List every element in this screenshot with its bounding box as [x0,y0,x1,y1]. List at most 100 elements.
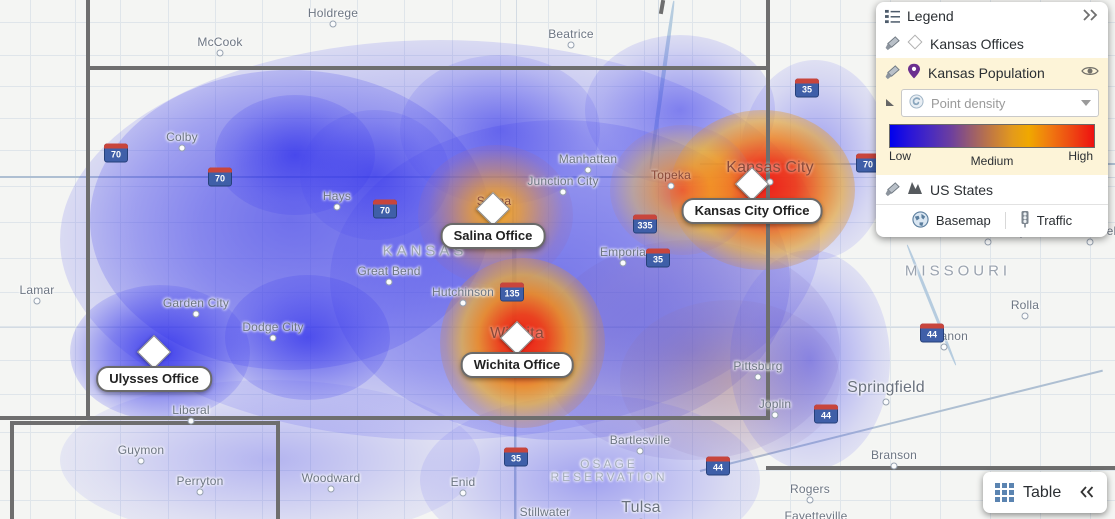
kansas-west-border [86,0,90,420]
traffic-label: Traffic [1036,213,1073,228]
office-marker[interactable] [137,335,171,369]
ramp-label-high: High [1068,149,1093,163]
city-point [619,259,627,267]
diamond-marker-icon[interactable] [476,192,510,226]
diamond-marker-icon[interactable] [735,167,769,201]
map-application: KANSAS MISSOURI OSAGE RESERVATION Holdrege Be… [0,0,1115,519]
paintbrush-icon [885,65,900,80]
interstate-shield-icon: 44 [706,456,730,476]
eye-icon[interactable] [1081,65,1099,80]
legend-layer-label: Kansas Offices [930,35,1024,52]
basemap-button[interactable]: Basemap [898,210,1005,231]
map-pin-icon [907,63,921,82]
city-point [269,334,277,342]
interstate-shield-icon: 35 [504,447,528,467]
paintbrush-icon [885,182,900,197]
renderer-selected-value: Point density [931,95,1006,111]
legend-layer-label: Kansas Population [928,64,1045,81]
chevron-double-right-icon[interactable] [1083,8,1099,24]
city-point [940,343,948,351]
city-point [1021,312,1029,320]
city-point [196,488,204,496]
diamond-outline-icon [907,34,923,53]
interstate-shield-icon: 44 [814,404,838,424]
city-point [1086,238,1094,246]
triangle-collapse-icon[interactable] [885,96,896,111]
ramp-label-low: Low [889,149,912,163]
interstate-shield-icon: 335 [633,214,657,234]
table-button[interactable]: Table [983,472,1107,513]
texas-panhandle-border-e [276,421,280,519]
oklahoma-south-border [0,416,92,420]
hotspot-topeka [610,125,755,255]
chevron-down-icon[interactable] [1081,100,1091,106]
city-point [806,496,814,504]
diamond-marker-icon[interactable] [137,335,171,369]
color-ramp-labels: Low Medium High [889,149,1095,168]
legend-layer-label: US States [930,181,994,198]
diamond-marker-icon[interactable] [500,321,534,355]
missouri-arkansas-border [766,466,1115,470]
office-marker[interactable] [735,167,769,201]
table-button-label: Table [1023,483,1062,501]
city-point [754,373,762,381]
city-point [187,417,195,425]
legend-layer-kansas-offices[interactable]: Kansas Offices [876,29,1108,58]
city-point [216,49,224,57]
legend-layer-us-states[interactable]: US States [876,175,1108,204]
city-point [333,203,341,211]
legend-header: Legend [876,2,1108,29]
chevron-double-left-icon[interactable] [1080,485,1095,501]
office-marker[interactable] [476,192,510,226]
city-point [771,411,779,419]
office-marker[interactable] [500,321,534,355]
ramp-label-medium: Medium [970,154,1014,168]
office-label[interactable]: Kansas City Office [681,198,823,224]
office-label[interactable]: Ulysses Office [96,366,212,392]
interstate-shield-icon: 35 [646,248,670,268]
legend-renderer-panel: Point density Low Medium High [876,87,1108,175]
interstate-shield-icon: 44 [920,323,944,343]
city-point [636,447,644,455]
city-point [567,41,575,49]
city-point [137,457,145,465]
office-label[interactable]: Wichita Office [460,352,574,378]
color-ramp [889,124,1095,148]
interstate-shield-icon: 70 [104,143,128,163]
city-point [984,238,992,246]
city-point [385,278,393,286]
renderer-dropdown[interactable]: Point density [901,89,1099,117]
paintbrush-icon [885,36,900,51]
interstate-shield-icon: 70 [208,167,232,187]
legend-title: Legend [907,8,954,24]
traffic-button[interactable]: Traffic [1006,210,1086,231]
city-point [559,188,567,196]
spiral-icon [909,94,924,112]
legend-footer: Basemap Traffic [876,204,1108,237]
interstate-shield-icon: 35 [795,78,819,98]
kansas-north-border [88,66,768,70]
globe-icon [912,210,929,231]
grid-icon [995,483,1014,502]
interstate-shield-icon: 135 [500,282,524,302]
city-point [329,20,337,28]
legend-layer-kansas-population[interactable]: Kansas Population [876,58,1108,87]
city-point [459,489,467,497]
texas-panhandle-border-n [10,421,280,425]
texas-panhandle-border-w [10,421,14,519]
city-point [327,485,335,493]
basemap-label: Basemap [935,213,991,228]
office-label[interactable]: Salina Office [440,223,546,249]
city-point [192,310,200,318]
city-point [890,462,898,470]
legend-panel[interactable]: Legend Kansas Offices Kansas Population … [876,2,1108,237]
list-icon [885,9,900,24]
polygon-icon [907,180,923,199]
traffic-light-icon [1020,210,1030,231]
city-point [459,299,467,307]
city-point [178,144,186,152]
city-point [33,297,41,305]
city-point [584,166,592,174]
city-point [882,398,890,406]
city-point [667,182,675,190]
